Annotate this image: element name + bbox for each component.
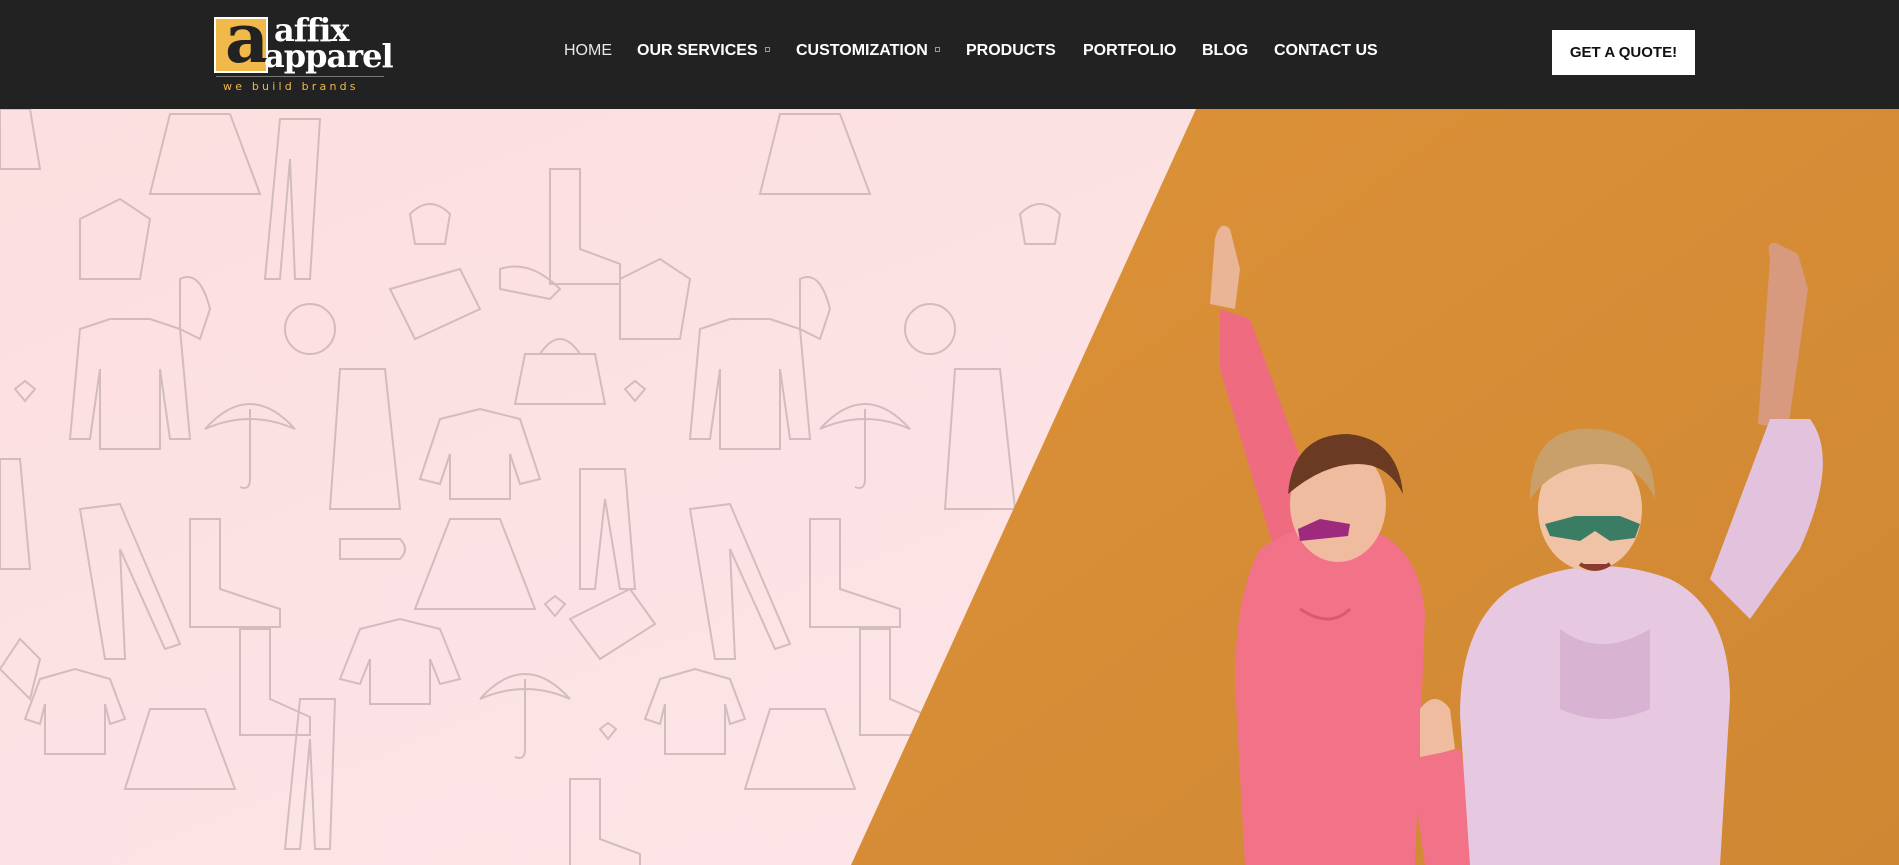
get-quote-label: GET A QUOTE!	[1569, 44, 1678, 61]
nav-item-products[interactable]: PRODUCTS	[966, 42, 1056, 60]
get-quote-button[interactable]: GET A QUOTE!	[1552, 30, 1695, 75]
nav-item-home[interactable]: HOME	[564, 42, 612, 60]
hero-banner	[0, 109, 1899, 865]
nav-item-label: PORTFOLIO	[1083, 42, 1177, 59]
nav-item-our-services[interactable]: OUR SERVICES	[637, 42, 770, 60]
nav-item-label: OUR SERVICES	[637, 42, 758, 59]
logo-mark: a	[214, 5, 269, 73]
nav-item-label: BLOG	[1202, 42, 1249, 59]
nav-item-label: HOME	[564, 42, 612, 59]
dropdown-indicator-icon	[764, 47, 770, 52]
logo-name-line2: apparel	[264, 37, 394, 75]
logo-letter: a	[225, 0, 270, 79]
dropdown-indicator-icon	[934, 47, 940, 52]
nav-item-portfolio[interactable]: PORTFOLIO	[1083, 42, 1176, 60]
nav-item-customization[interactable]: CUSTOMIZATION	[796, 42, 940, 60]
nav-item-label: PRODUCTS	[966, 42, 1056, 59]
logo-divider	[216, 76, 384, 77]
nav-item-contact-us[interactable]: CONTACT US	[1274, 42, 1378, 60]
brand-logo[interactable]: a affix apparel we build brands	[212, 5, 394, 94]
site-header: a affix apparel we build brands HOME OUR…	[0, 0, 1899, 109]
nav-item-label: CONTACT US	[1274, 42, 1378, 59]
hero-artwork	[0, 109, 1899, 865]
nav-item-label: CUSTOMIZATION	[796, 42, 928, 59]
nav-item-blog[interactable]: BLOG	[1202, 42, 1248, 60]
logo-tagline: we build brands	[223, 80, 359, 93]
